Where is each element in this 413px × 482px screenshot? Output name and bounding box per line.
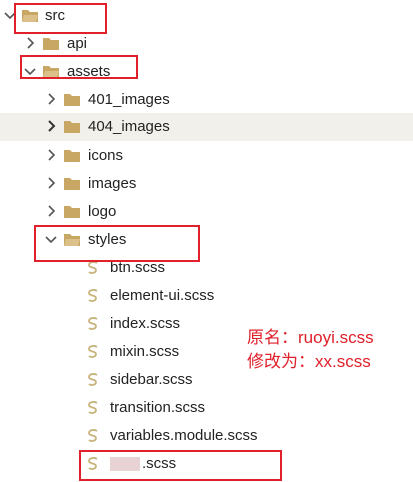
file-label-mixin-scss: mixin.scss [110, 343, 180, 360]
chevron-right-icon [48, 149, 56, 161]
file-row-transition-scss[interactable]: transition.scss [0, 394, 413, 422]
sass-file-icon [88, 429, 98, 442]
folder-label-logo: logo [88, 203, 117, 220]
sass-file-icon [88, 317, 98, 330]
file-row-variables-module-scss[interactable]: variables.module.scss [0, 422, 413, 450]
file-row-element-ui-scss[interactable]: element-ui.scss [0, 282, 413, 310]
chevron-down-icon [4, 12, 16, 20]
folder-open-icon [22, 10, 38, 22]
annotation-original-name: 原名：ruoyi.scss [247, 328, 374, 347]
file-row-renamed-scss[interactable]: .scss [0, 450, 413, 478]
chevron-right-icon [27, 37, 35, 49]
chevron-down-icon [24, 68, 36, 76]
folder-row-icons[interactable]: icons [0, 142, 413, 170]
folder-icon [43, 38, 59, 50]
sass-file-icon [88, 401, 98, 414]
folder-icon [64, 94, 80, 106]
file-label-transition-scss: transition.scss [110, 399, 206, 416]
folder-icon [64, 121, 80, 133]
folder-open-icon [43, 66, 59, 78]
folder-label-404-images: 404_images [88, 118, 170, 135]
folder-icon [64, 206, 80, 218]
file-row-btn-scss[interactable]: btn.scss [0, 254, 413, 282]
file-label-btn-scss: btn.scss [110, 259, 166, 276]
file-label-renamed-scss: .scss [142, 455, 177, 472]
sass-file-icon [88, 261, 98, 274]
folder-row-styles[interactable]: styles [0, 226, 413, 254]
folder-row-api[interactable]: api [0, 30, 413, 58]
file-explorer-tree: src api assets 401_images 404_images ico… [0, 0, 413, 482]
folder-row-src[interactable]: src [0, 2, 413, 30]
sass-file-icon [88, 289, 98, 302]
folder-label-icons: icons [88, 147, 124, 164]
file-label-variables-module-scss: variables.module.scss [110, 427, 258, 444]
folder-label-images: images [88, 175, 137, 192]
file-label-index-scss: index.scss [110, 315, 181, 332]
folder-label-401-images: 401_images [88, 91, 170, 108]
folder-icon [64, 150, 80, 162]
chevron-right-icon [48, 93, 56, 105]
folder-label-styles: styles [88, 231, 127, 248]
chevron-down-icon [45, 236, 57, 244]
folder-label-assets: assets [67, 63, 111, 80]
annotation-new-name: 修改为：xx.scss [247, 352, 371, 371]
sass-file-icon [88, 345, 98, 358]
folder-row-401-images[interactable]: 401_images [0, 86, 413, 114]
folder-row-logo[interactable]: logo [0, 198, 413, 226]
folder-label-api: api [67, 35, 88, 52]
sass-file-icon [88, 457, 98, 470]
folder-open-icon [64, 234, 80, 246]
folder-icon [64, 178, 80, 190]
chevron-right-icon [48, 177, 56, 189]
redacted-filename-block [110, 457, 140, 471]
sass-file-icon [88, 373, 98, 386]
folder-label-src: src [45, 7, 65, 24]
file-label-sidebar-scss: sidebar.scss [110, 371, 193, 388]
chevron-right-icon [48, 205, 56, 217]
folder-row-404-images[interactable]: 404_images [0, 113, 413, 141]
folder-row-assets[interactable]: assets [0, 58, 413, 86]
file-label-element-ui-scss: element-ui.scss [110, 287, 215, 304]
chevron-right-icon [48, 120, 56, 132]
folder-row-images[interactable]: images [0, 170, 413, 198]
